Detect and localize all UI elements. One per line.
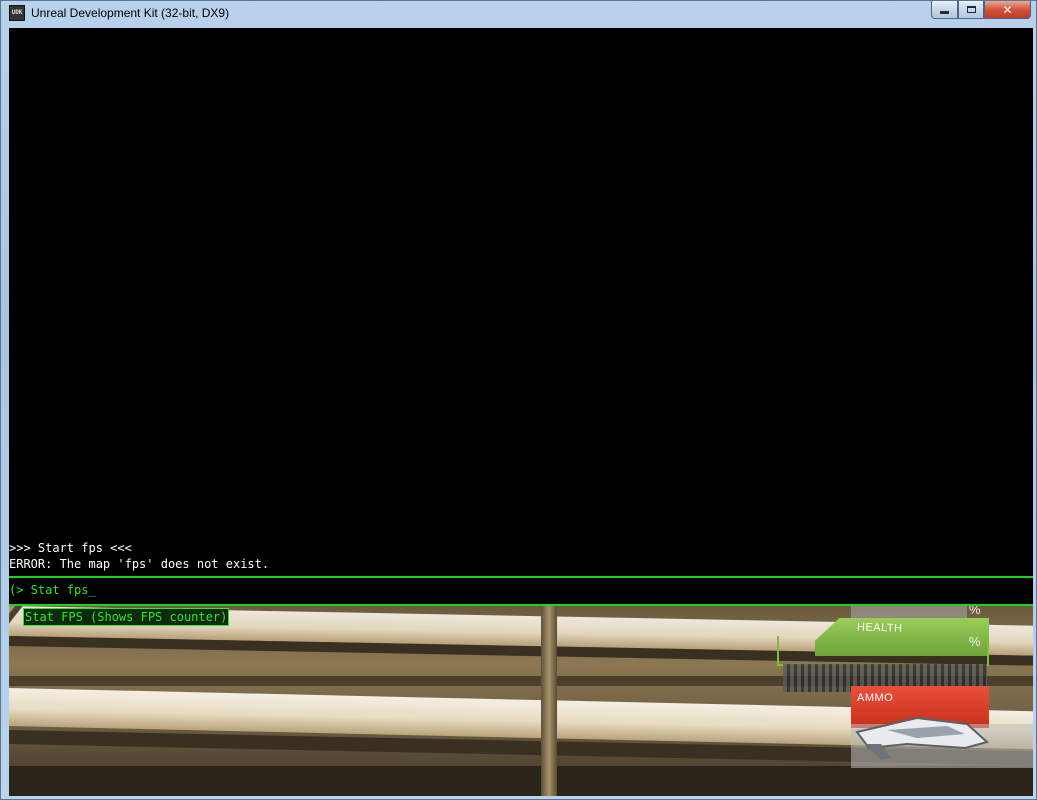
close-icon: ✕ [1002, 2, 1013, 17]
minimize-button[interactable] [931, 1, 958, 19]
window-title: Unreal Development Kit (32-bit, DX9) [31, 6, 230, 20]
console-input[interactable]: (> Stat fps_ [9, 582, 1033, 602]
title-bar[interactable]: UDK Unreal Development Kit (32-bit, DX9)… [1, 1, 1037, 27]
game-client-area[interactable]: >>> Start fps <<< ERROR: The map 'fps' d… [9, 28, 1033, 796]
console-autocomplete-suggestion[interactable]: Stat FPS (Shows FPS counter) [23, 608, 230, 626]
support-post [541, 606, 557, 796]
console-log-line: ERROR: The map 'fps' does not exist. [9, 557, 270, 571]
close-button[interactable]: ✕ [984, 1, 1031, 19]
udk-app-icon: UDK [9, 5, 25, 21]
hud: % HEALTH % AMMO [777, 606, 1033, 796]
health-label: HEALTH [856, 621, 903, 635]
hud-top-bar [851, 606, 967, 618]
weapon-icon [855, 716, 990, 760]
console-log: >>> Start fps <<< ERROR: The map 'fps' d… [9, 540, 1033, 572]
health-percent: % [969, 634, 981, 649]
health-outline [777, 636, 989, 666]
console-log-line: >>> Start fps <<< [9, 541, 132, 555]
maximize-icon [966, 6, 976, 13]
minimize-icon [940, 11, 949, 14]
hud-top-percent: % [969, 606, 981, 617]
window-frame: UDK Unreal Development Kit (32-bit, DX9)… [0, 0, 1037, 800]
ammo-label: AMMO [857, 692, 894, 704]
console-divider-top [9, 576, 1033, 578]
game-viewport: Stat FPS (Shows FPS counter) % HEALTH % … [9, 606, 1033, 796]
maximize-button[interactable] [958, 1, 984, 19]
